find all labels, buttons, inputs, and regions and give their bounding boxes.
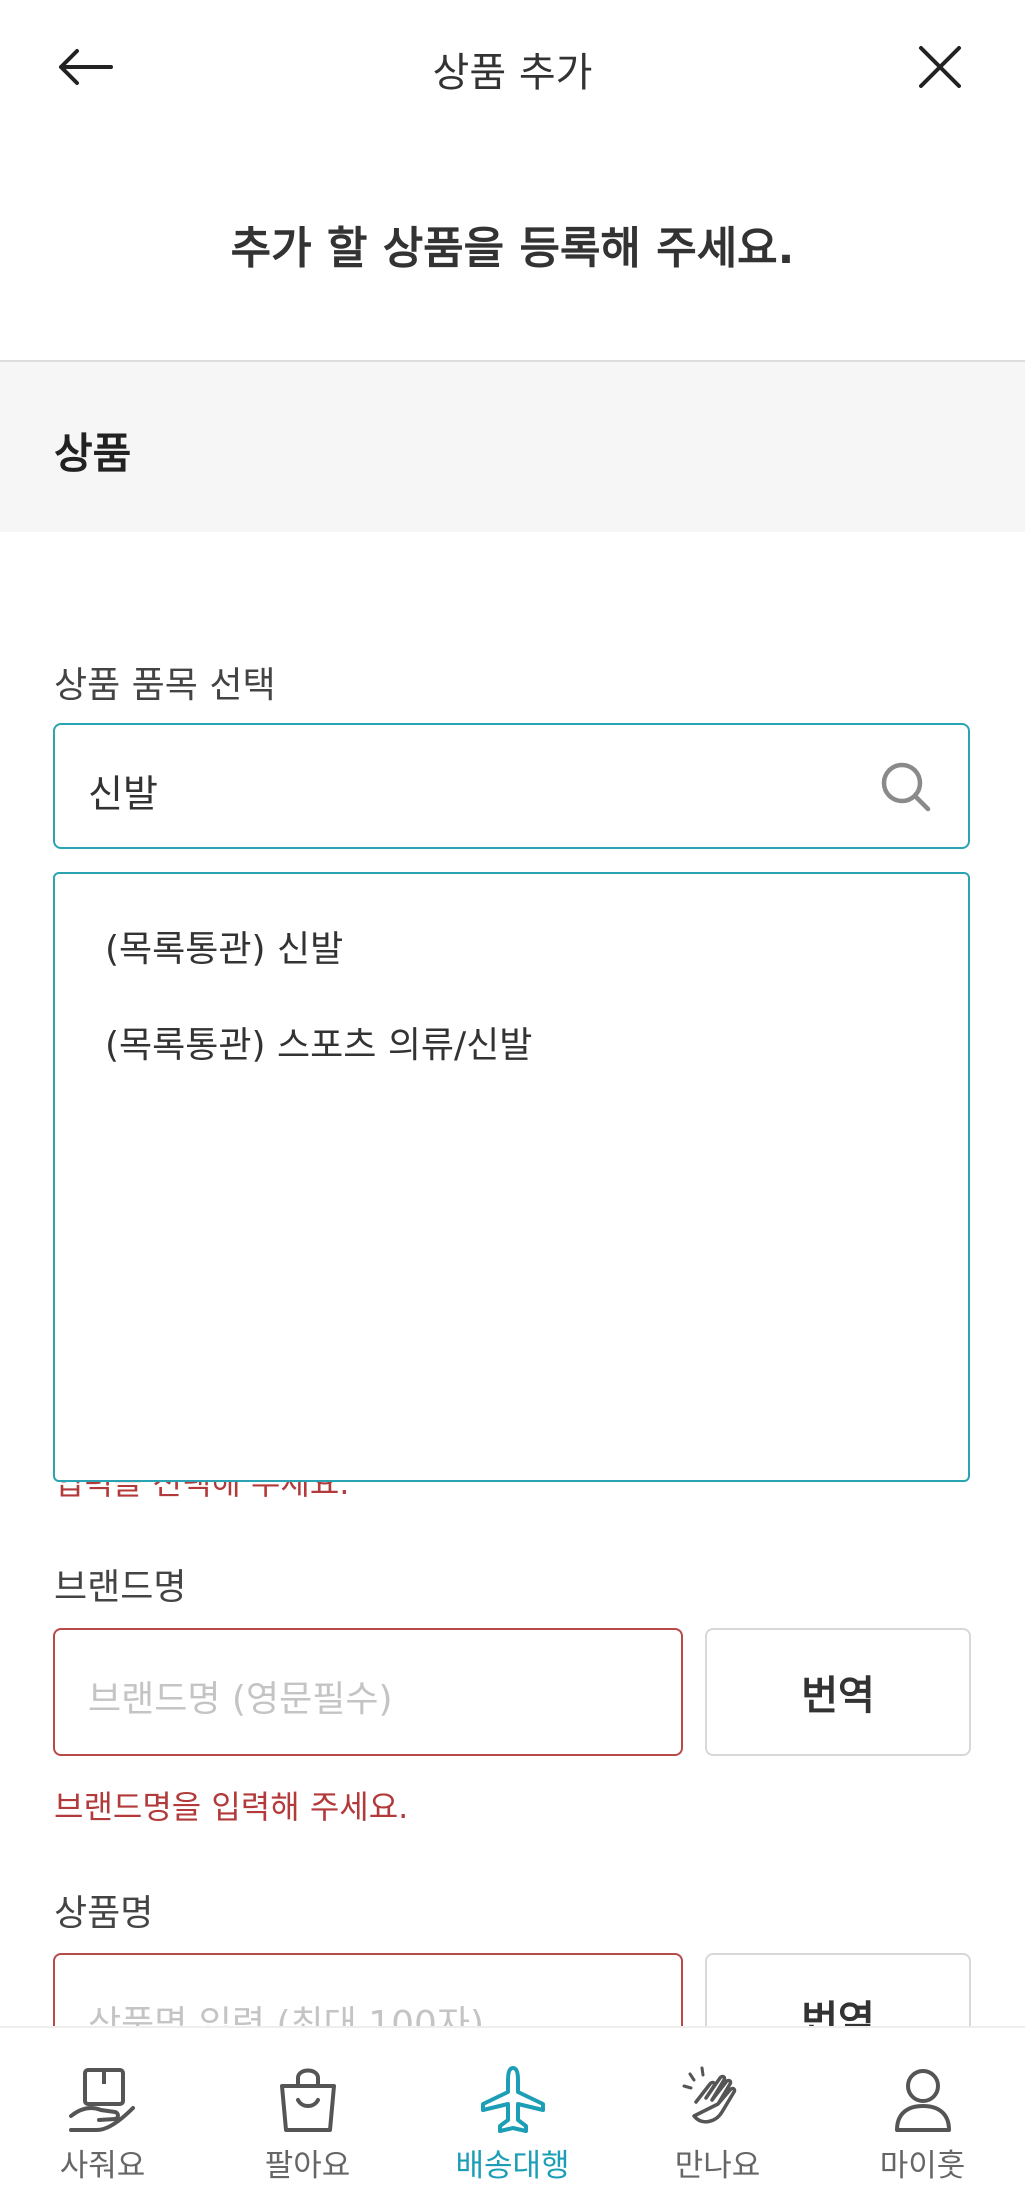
category-search-input[interactable]: 신발 [53,723,970,849]
close-icon [919,46,961,88]
category-suggestion-list: (목록통관) 신발 (목록통관) 스포츠 의류/신발 [53,872,970,1482]
nav-label: 배송대행 [455,2148,570,2184]
category-label: 상품 품목 선택 [54,665,276,706]
search-icon[interactable] [878,759,934,815]
brand-input[interactable]: 브랜드명 (영문필수) [53,1628,683,1756]
product-name-label: 상품명 [54,1893,154,1934]
nav-item-buy[interactable]: 사줘요 [0,2028,205,2203]
section-title: 상품 [54,429,132,478]
nav-item-sell[interactable]: 팔아요 [205,2028,410,2203]
box-hand-icon [69,2068,135,2132]
page-title: 상품 추가 [432,50,593,96]
category-search-value: 신발 [88,772,158,816]
user-icon [895,2069,951,2132]
close-button[interactable] [905,32,975,102]
brand-placeholder: 브랜드명 (영문필수) [88,1679,393,1720]
nav-item-shipping[interactable]: 배송대행 [410,2028,615,2203]
suggestion-item[interactable]: (목록통관) 신발 [105,920,343,972]
brand-label: 브랜드명 [54,1567,187,1608]
nav-label: 마이훗 [879,2148,966,2184]
page-subtitle: 추가 할 상품을 등록해 주세요. [230,223,795,274]
suggestion-item[interactable]: (목록통관) 스포츠 의류/신발 [105,1016,532,1068]
nav-label: 팔아요 [264,2148,351,2184]
nav-label: 만나요 [674,2148,761,2184]
nav-item-my[interactable]: 마이훗 [820,2028,1025,2203]
app-header: 상품 추가 [0,0,1025,136]
nav-item-meet[interactable]: 만나요 [615,2028,820,2203]
nav-label: 사줘요 [59,2148,146,2184]
clapping-hands-icon [682,2066,737,2124]
brand-translate-button[interactable]: 번역 [705,1628,971,1756]
section-header [0,362,1025,532]
brand-error: 브랜드명을 입력해 주세요. [54,1788,409,1826]
shopping-bag-icon [280,2068,336,2132]
airplane-icon [481,2066,545,2133]
bottom-navigation: 사줘요 팔아요 배송대행 만나요 마이훗 [0,2026,1025,2203]
